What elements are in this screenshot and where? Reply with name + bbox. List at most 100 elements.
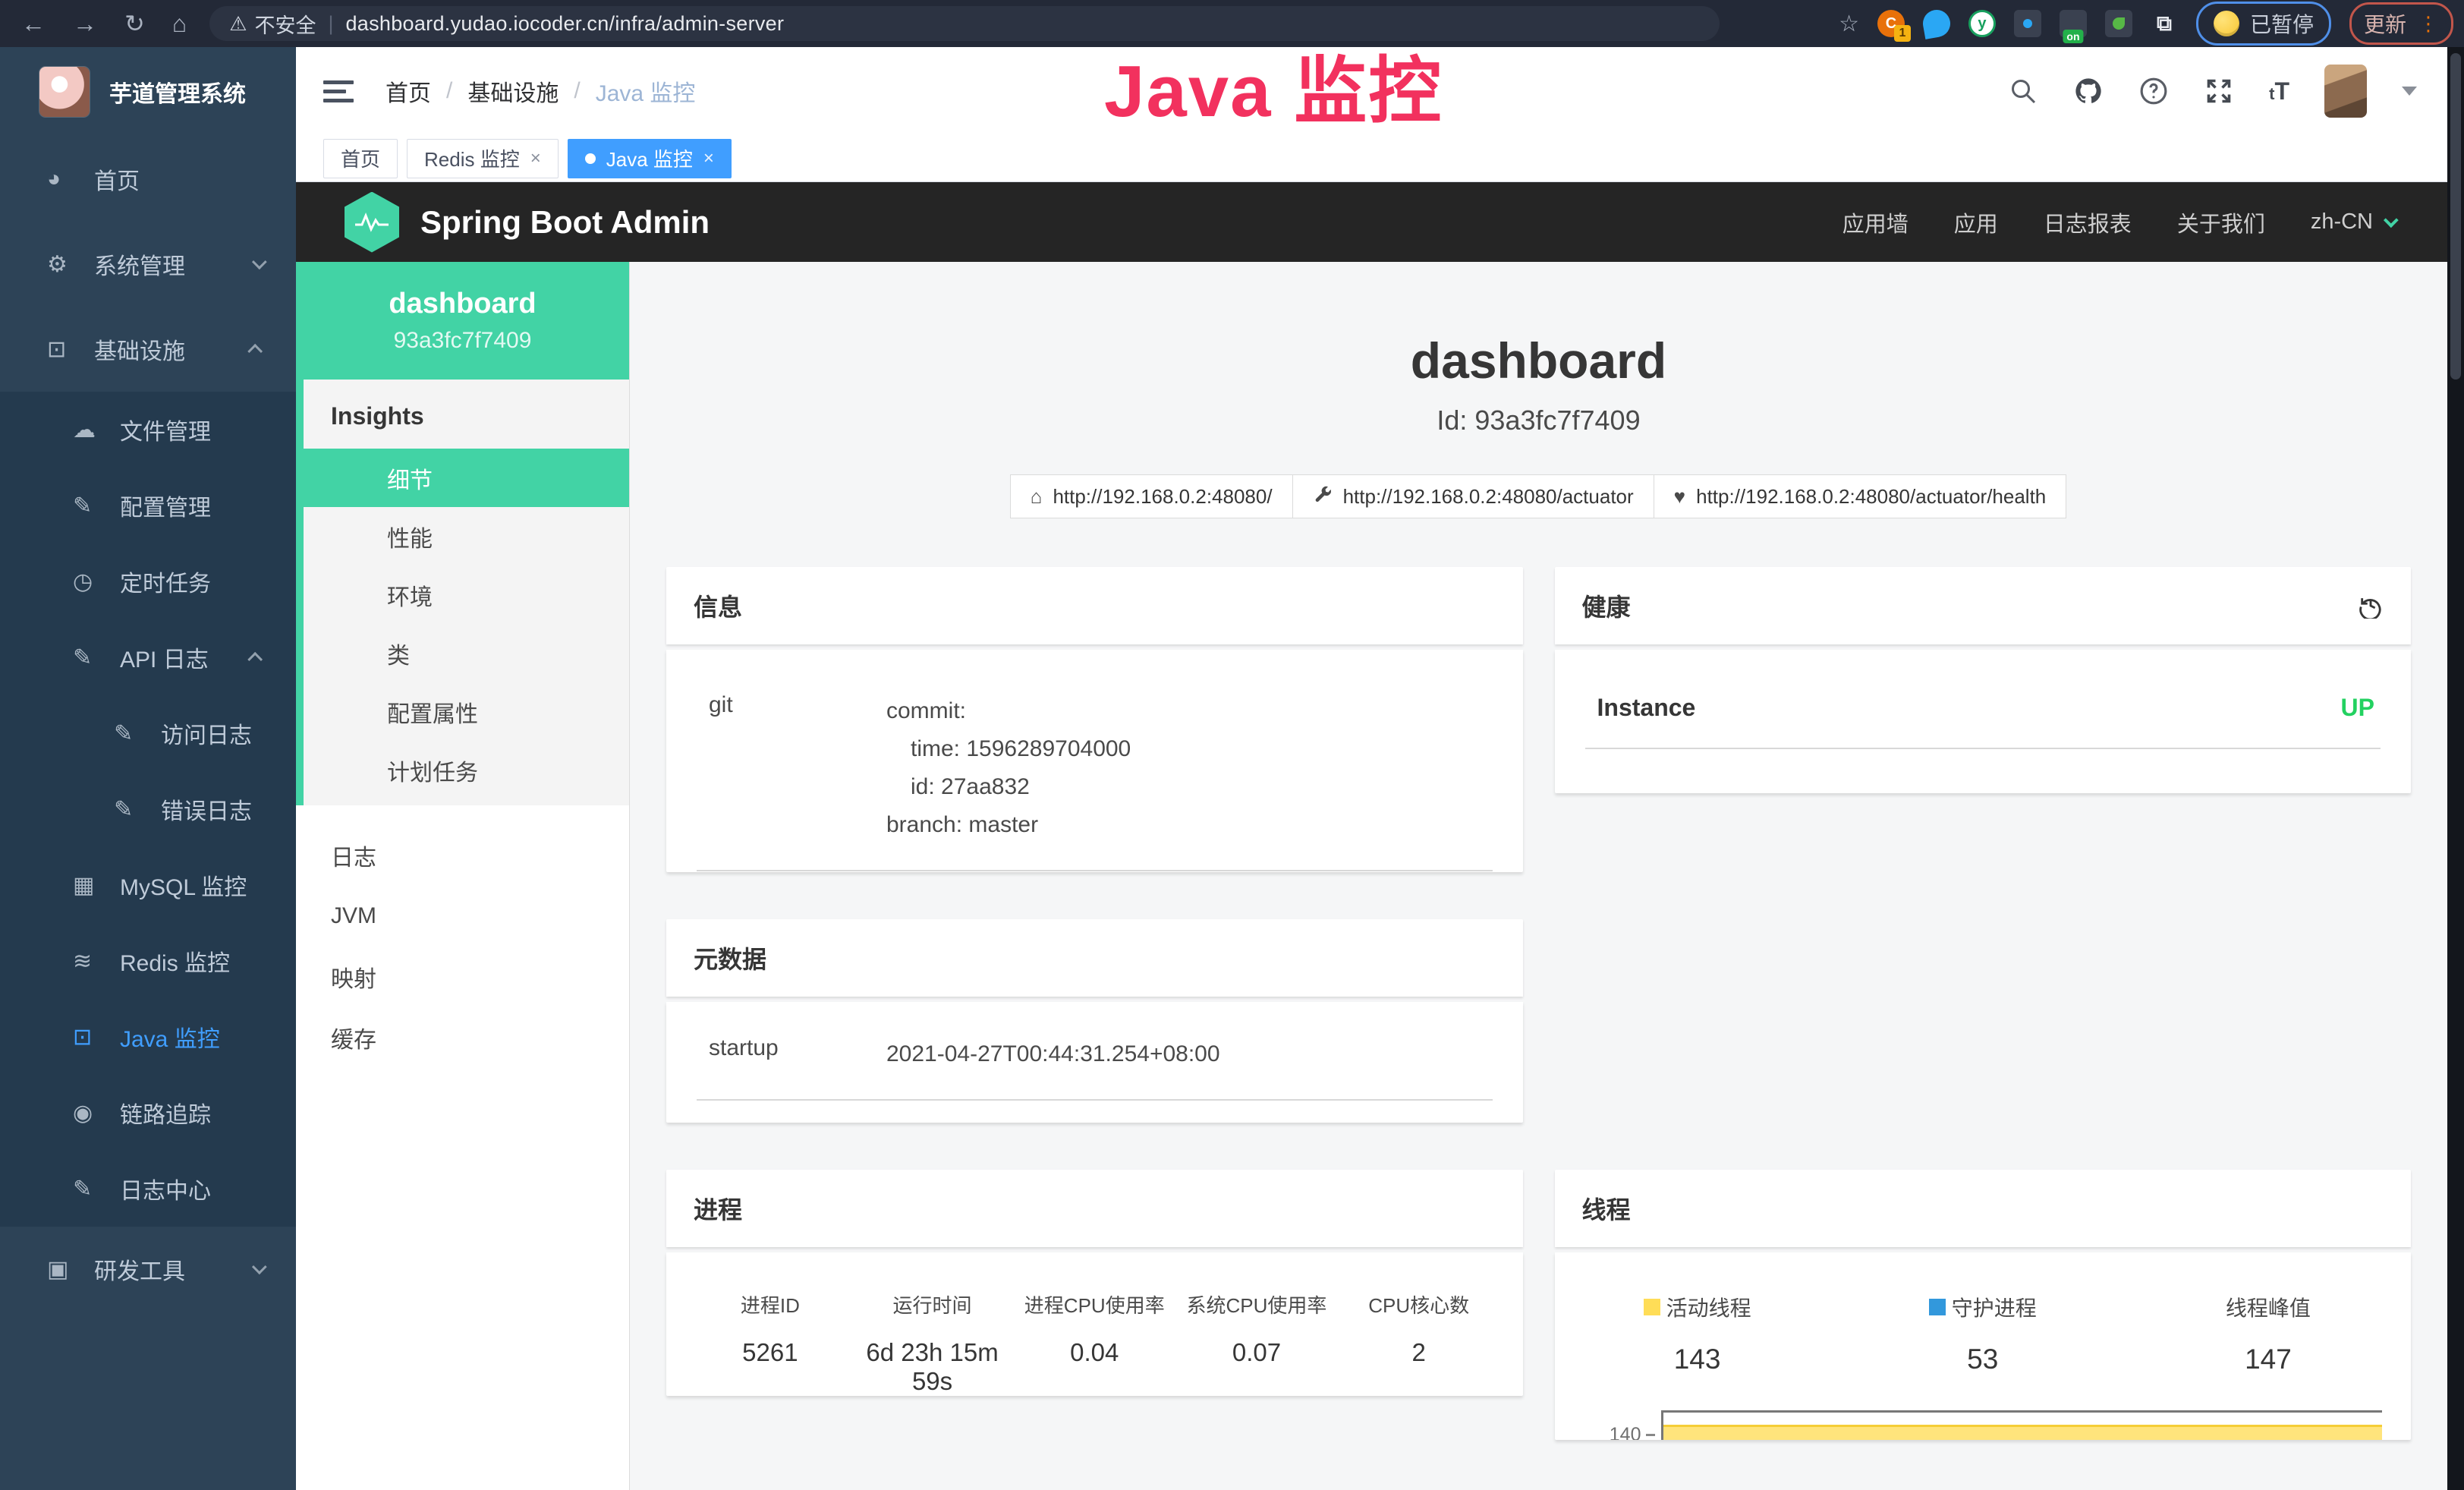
monitor-icon: ⊡: [73, 1024, 106, 1051]
extensions-puzzle-icon[interactable]: ⧉: [2151, 10, 2178, 37]
cpu-cores: 2: [1338, 1338, 1500, 1396]
sba-menu-details[interactable]: 细节: [304, 449, 629, 507]
sidebar-item-access-log[interactable]: ✎ 访问日志: [0, 695, 296, 771]
browser-home-icon[interactable]: ⌂: [172, 10, 187, 38]
sidebar-item-java-monitor[interactable]: ⊡ Java 监控: [0, 999, 296, 1075]
caret-down-icon[interactable]: [2402, 87, 2417, 96]
page-scrollbar[interactable]: [2447, 47, 2464, 1490]
sidebar-item-file-manage[interactable]: ☁ 文件管理: [0, 392, 296, 468]
close-icon[interactable]: ×: [703, 148, 714, 169]
close-icon[interactable]: ×: [530, 148, 541, 169]
health-url-button[interactable]: ♥ http://192.168.0.2:48080/actuator/heal…: [1654, 474, 2067, 518]
font-size-icon[interactable]: tT: [2269, 77, 2289, 106]
chevron-down-icon: [252, 1259, 267, 1274]
live-threads-value: 143: [1555, 1344, 1840, 1375]
chevron-down-icon: [2384, 213, 2399, 228]
browser-back-icon[interactable]: ←: [21, 10, 46, 38]
extension-grid-icon[interactable]: [2014, 10, 2041, 37]
profile-paused-badge[interactable]: 已暂停: [2196, 2, 2331, 46]
service-url-button[interactable]: ⌂ http://192.168.0.2:48080/: [1010, 474, 1293, 518]
sba-nav-about[interactable]: 关于我们: [2177, 206, 2265, 238]
sba-menu-metrics[interactable]: 性能: [304, 507, 629, 565]
sidebar-item-error-log[interactable]: ✎ 错误日志: [0, 771, 296, 847]
metadata-key: startup: [697, 1035, 886, 1073]
sba-nav-applications[interactable]: 应用: [1954, 206, 1998, 238]
bookmark-star-icon[interactable]: ☆: [1839, 11, 1859, 37]
sba-menu-mappings[interactable]: 映射: [296, 947, 629, 1007]
sba-menu-config-props[interactable]: 配置属性: [304, 682, 629, 741]
sba-nav-wallboard[interactable]: 应用墙: [1842, 206, 1909, 238]
breadcrumb-infra[interactable]: 基础设施: [467, 74, 559, 108]
screenshot-root: ← → ↻ ⌂ ⚠ 不安全 | dashboard.yudao.iocoder.…: [0, 0, 2464, 1490]
sba-menu-logging[interactable]: 日志: [296, 825, 629, 886]
sidebar-item-infra[interactable]: ⊡ 基础设施: [0, 307, 296, 392]
live-threads-swatch: [1644, 1299, 1660, 1315]
chevron-up-icon: [247, 652, 263, 667]
scrollbar-thumb[interactable]: [2450, 53, 2461, 380]
sidebar-item-api-log[interactable]: ✎ API 日志: [0, 619, 296, 695]
collapse-sidebar-icon[interactable]: [323, 80, 354, 102]
health-card: 健康 Instance UP: [1555, 567, 2412, 793]
browser-forward-icon[interactable]: →: [73, 10, 97, 38]
tab-home[interactable]: 首页: [323, 139, 398, 178]
gear-icon: ⚙: [47, 251, 80, 278]
search-icon[interactable]: [2008, 76, 2038, 106]
instance-name: dashboard: [389, 288, 536, 320]
pin-extension-icon[interactable]: [1921, 8, 1953, 39]
tab-java-monitor[interactable]: Java 监控 ×: [568, 139, 732, 178]
log-edit-icon: ✎: [73, 644, 106, 671]
infra-submenu: ☁ 文件管理 ✎ 配置管理 ◷ 定时任务 ✎ API 日志 ✎ 访问日志 ✎: [0, 392, 296, 1227]
user-avatar[interactable]: [2324, 65, 2367, 118]
sidebar-item-mysql-monitor[interactable]: ▦ MySQL 监控: [0, 847, 296, 923]
browser-reload-icon[interactable]: ↻: [124, 9, 145, 38]
sba-menu-scheduled-tasks[interactable]: 计划任务: [304, 741, 629, 799]
info-card-title: 信息: [694, 588, 742, 623]
history-icon[interactable]: [2358, 593, 2384, 619]
sba-menu-environment[interactable]: 环境: [304, 565, 629, 624]
threads-card-title: 线程: [1582, 1191, 1631, 1226]
sidebar-item-scheduled-jobs[interactable]: ◷ 定时任务: [0, 543, 296, 619]
heartbeat-icon: ♥: [1674, 485, 1685, 509]
fullscreen-icon[interactable]: [2204, 76, 2234, 106]
sidebar-item-system[interactable]: ⚙ 系统管理: [0, 222, 296, 307]
sidebar-item-redis-monitor[interactable]: ≋ Redis 监控: [0, 923, 296, 999]
extension-icon[interactable]: C1: [1877, 10, 1905, 37]
sidebar-item-log-center[interactable]: ✎ 日志中心: [0, 1151, 296, 1227]
live-threads-area: [1663, 1425, 2383, 1440]
sidebar-item-home[interactable]: ◕ 首页: [0, 137, 296, 222]
instance-id: 93a3fc7f7409: [394, 328, 532, 354]
browser-menu-icon[interactable]: ⋮: [2418, 12, 2439, 36]
tab-redis-monitor[interactable]: Redis 监控 ×: [407, 139, 559, 178]
extension-leaf-icon[interactable]: [2105, 10, 2132, 37]
sidebar-item-dev-tools[interactable]: ▣ 研发工具: [0, 1227, 296, 1312]
table-row: startup 2021-04-27T00:44:31.254+08:00: [666, 1002, 1523, 1073]
github-icon[interactable]: [2073, 76, 2104, 106]
sidebar-item-config-manage[interactable]: ✎ 配置管理: [0, 468, 296, 543]
extension-y-icon[interactable]: y: [1968, 10, 1996, 37]
brand[interactable]: 芋道管理系统: [0, 47, 296, 137]
sba-menu-jvm[interactable]: JVM: [296, 886, 629, 947]
brand-name: 芋道管理系统: [109, 75, 246, 109]
layers-icon: ≋: [73, 948, 106, 975]
sba-menu-caches[interactable]: 缓存: [296, 1007, 629, 1068]
address-bar[interactable]: ⚠ 不安全 | dashboard.yudao.iocoder.cn/infra…: [209, 6, 1720, 41]
process-table-values: 5261 6d 23h 15m 59s 0.04 0.07 2: [689, 1338, 1500, 1396]
breadcrumb-home[interactable]: 首页: [385, 74, 431, 108]
sba-content: dashboard Id: 93a3fc7f7409 ⌂ http://192.…: [630, 262, 2447, 1490]
daemon-threads-value: 53: [1840, 1344, 2126, 1375]
log-edit-icon: ✎: [114, 796, 147, 823]
threads-legend: 活动线程 143 守护进程 53 线程峰值 147: [1555, 1252, 2412, 1375]
language-select[interactable]: zh-CN: [2311, 209, 2394, 235]
health-instance-label: Instance: [1597, 694, 1696, 722]
metadata-card: 元数据 startup 2021-04-27T00:44:31.254+08:0…: [666, 919, 1523, 1123]
sidebar-item-tracing[interactable]: ◉ 链路追踪: [0, 1075, 296, 1151]
sba-nav-journal[interactable]: 日志报表: [2044, 206, 2132, 238]
chrome-update-button[interactable]: 更新 ⋮: [2349, 2, 2453, 45]
help-icon[interactable]: [2138, 76, 2169, 106]
info-card: 信息 git commit: time: 1596289704000 id: 2…: [666, 567, 1523, 872]
sba-menu-classes[interactable]: 类: [304, 624, 629, 682]
gauge-icon: ◕: [47, 166, 80, 192]
actuator-url-button[interactable]: http://192.168.0.2:48080/actuator: [1292, 474, 1654, 518]
extension-switch-icon[interactable]: on: [2060, 10, 2087, 37]
metadata-card-title: 元数据: [694, 940, 766, 975]
